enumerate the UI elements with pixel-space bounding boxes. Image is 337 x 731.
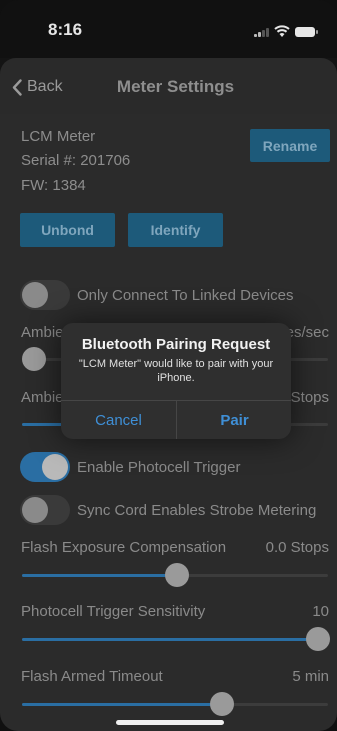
cancel-button[interactable]: Cancel [61, 401, 176, 439]
identify-button[interactable]: Identify [128, 213, 223, 247]
rename-button[interactable]: Rename [250, 129, 330, 162]
flash-timeout-label: Flash Armed Timeout [21, 668, 163, 685]
status-time: 8:16 [48, 20, 83, 39]
device-firmware: FW: 1384 [21, 177, 86, 194]
flash-timeout-slider[interactable] [22, 692, 328, 716]
only-linked-label: Only Connect To Linked Devices [77, 287, 294, 304]
ambient-stops-label: Ambie [21, 389, 64, 406]
pair-button[interactable]: Pair [177, 401, 291, 439]
ambient-rate-value: es/sec [285, 324, 329, 341]
page-title: Meter Settings [116, 77, 235, 96]
device-name: LCM Meter [21, 128, 96, 145]
ambient-stops-value: Stops [290, 389, 329, 406]
flash-comp-slider[interactable] [22, 563, 328, 587]
status-bar: 8:16 [0, 0, 337, 58]
photocell-trigger-toggle[interactable] [20, 452, 70, 482]
only-linked-toggle[interactable] [20, 280, 70, 310]
slider-thumb[interactable] [306, 627, 330, 651]
flash-comp-value: 0.0 Stops [265, 539, 329, 556]
cellular-signal-icon [254, 27, 270, 37]
flash-timeout-value: 5 min [292, 668, 329, 685]
photocell-sensitivity-label: Photocell Trigger Sensitivity [21, 603, 206, 620]
device-serial: Serial #: 201706 [21, 152, 131, 169]
bluetooth-pairing-dialog: Bluetooth Pairing Request "LCM Meter" wo… [61, 323, 291, 439]
slider-thumb[interactable] [165, 563, 189, 587]
sync-cord-toggle[interactable] [20, 495, 70, 525]
dialog-message: "LCM Meter" would like to pair with your… [78, 358, 274, 384]
dialog-title: Bluetooth Pairing Request [81, 336, 271, 353]
photocell-sensitivity-value: 10 [312, 603, 329, 620]
sync-cord-label: Sync Cord Enables Strobe Metering [77, 502, 317, 519]
home-indicator[interactable] [116, 720, 224, 725]
photocell-sensitivity-slider[interactable] [22, 627, 330, 651]
slider-thumb[interactable] [210, 692, 234, 716]
phone-screen: 8:16 Back Meter Settings LCM Meter Seria… [0, 0, 337, 731]
wifi-icon [274, 25, 290, 37]
photocell-trigger-label: Enable Photocell Trigger [77, 459, 241, 476]
navigation-bar: Back Meter Settings [0, 58, 337, 114]
flash-comp-label: Flash Exposure Compensation [21, 539, 227, 556]
slider-thumb[interactable] [22, 347, 46, 371]
ambient-rate-label: Ambie [21, 324, 64, 341]
battery-icon [295, 27, 318, 37]
unbond-button[interactable]: Unbond [20, 213, 115, 247]
